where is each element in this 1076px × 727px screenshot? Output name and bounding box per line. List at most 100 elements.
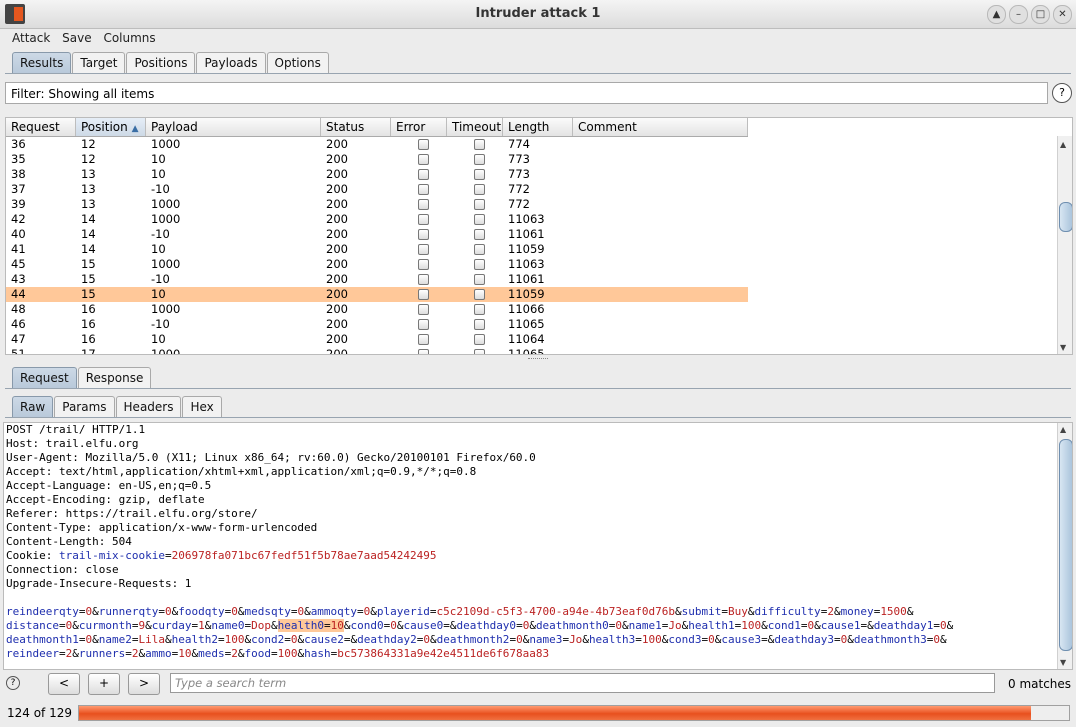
cell-position: 15 — [81, 257, 96, 271]
timeout-checkbox — [474, 304, 485, 315]
cell-status: 200 — [326, 272, 348, 286]
cookie-label: Cookie: — [6, 549, 59, 562]
splitter-handle[interactable] — [528, 358, 548, 362]
tab-hex[interactable]: Hex — [182, 396, 222, 417]
table-row[interactable]: 41 14 10 200 11059 — [6, 242, 748, 257]
table-row[interactable]: 35 12 10 200 773 — [6, 152, 748, 167]
table-row[interactable]: 46 16 -10 200 11065 — [6, 317, 748, 332]
cell-length: 772 — [508, 182, 530, 196]
param-name: difficulty — [754, 605, 821, 618]
cell-status: 200 — [326, 242, 348, 256]
search-next-button[interactable]: > — [128, 673, 160, 695]
tab-response[interactable]: Response — [77, 367, 152, 388]
cell-length: 11064 — [508, 332, 545, 346]
close-icon[interactable]: ✕ — [1053, 5, 1072, 24]
table-row[interactable]: 38 13 10 200 773 — [6, 167, 748, 182]
cell-payload: 10 — [151, 287, 166, 301]
filter-bar[interactable]: Filter: Showing all items — [5, 82, 1048, 104]
status-bar: 124 of 129 — [0, 701, 1076, 725]
arrow-up-icon[interactable]: ▲ — [987, 5, 1006, 24]
tab-target[interactable]: Target — [72, 52, 126, 73]
tab-payloads[interactable]: Payloads — [196, 52, 266, 73]
param-name: curmonth — [78, 619, 132, 632]
menu-save[interactable]: Save — [62, 29, 91, 47]
tab-params[interactable]: Params — [54, 396, 115, 417]
request-header-line: Accept-Encoding: gzip, deflate — [6, 493, 205, 506]
minimize-icon[interactable]: – — [1009, 5, 1028, 24]
param-name: health2 — [171, 633, 218, 646]
table-scrollbar[interactable]: ▲ ▼ — [1057, 136, 1072, 354]
cell-status: 200 — [326, 332, 348, 346]
help-icon[interactable]: ? — [1052, 83, 1072, 103]
search-prev-button[interactable]: < — [48, 673, 80, 695]
error-checkbox — [418, 349, 429, 354]
table-row[interactable]: 51 17 1000 200 11065 — [6, 347, 748, 354]
param-value: 0 — [390, 619, 397, 632]
param-name: deathmonth3 — [853, 633, 927, 646]
main-tabs: Results Target Positions Payloads Option… — [12, 52, 330, 73]
table-row[interactable]: 47 16 10 200 11064 — [6, 332, 748, 347]
tab-options[interactable]: Options — [266, 52, 329, 73]
timeout-checkbox — [474, 319, 485, 330]
search-bar: ? < + > 0 matches — [0, 669, 1076, 699]
raw-scroll-down-icon[interactable]: ▼ — [1060, 658, 1066, 667]
col-status[interactable]: Status — [321, 118, 391, 136]
param-name: cause2 — [304, 633, 344, 646]
search-input[interactable] — [170, 673, 995, 693]
cell-payload: -10 — [151, 272, 170, 286]
table-row[interactable]: 39 13 1000 200 772 — [6, 197, 748, 212]
table-row[interactable]: 37 13 -10 200 772 — [6, 182, 748, 197]
raw-scroll-thumb[interactable] — [1059, 439, 1072, 651]
raw-request-editor[interactable]: POST /trail/ HTTP/1.1 Host: trail.elfu.or… — [3, 422, 1073, 670]
param-name: hash — [304, 647, 331, 660]
param-value: Jo — [668, 619, 682, 632]
window-title: Intruder attack 1 — [475, 6, 601, 21]
cell-length: 11059 — [508, 242, 545, 256]
tab-raw[interactable]: Raw — [12, 396, 54, 417]
table-row[interactable]: 36 12 1000 200 774 — [6, 137, 748, 152]
tab-request[interactable]: Request — [12, 367, 77, 388]
col-position[interactable]: Position ▲ — [76, 118, 146, 136]
tab-results[interactable]: Results — [12, 52, 72, 73]
cell-length: 11065 — [508, 317, 545, 331]
scroll-up-icon[interactable]: ▲ — [1060, 140, 1066, 149]
cell-request: 40 — [11, 227, 26, 241]
table-row[interactable]: 43 15 -10 200 11061 — [6, 272, 748, 287]
cell-error — [413, 347, 429, 354]
menu-columns[interactable]: Columns — [103, 29, 155, 47]
cell-position: 12 — [81, 152, 96, 166]
help-icon[interactable]: ? — [6, 676, 20, 690]
param-name: reindeerqty — [6, 605, 79, 618]
param-separator: & — [164, 633, 172, 646]
table-row[interactable]: 42 14 1000 200 11063 — [6, 212, 748, 227]
col-request[interactable]: Request — [6, 118, 76, 136]
param-separator: & — [867, 619, 874, 632]
table-row[interactable]: 40 14 -10 200 11061 — [6, 227, 748, 242]
raw-scrollbar[interactable]: ▲ ▼ — [1057, 423, 1072, 669]
request-header-line: Upgrade-Insecure-Requests: 1 — [6, 577, 192, 590]
param-value: 1 — [198, 619, 205, 632]
request-header-line: Connection: close — [6, 563, 119, 576]
maximize-icon[interactable]: □ — [1031, 5, 1050, 24]
col-length[interactable]: Length — [503, 118, 573, 136]
table-row[interactable]: 48 16 1000 200 11066 — [6, 302, 748, 317]
cell-payload: -10 — [151, 227, 170, 241]
param-equals: = — [443, 619, 450, 632]
table-row[interactable]: 45 15 1000 200 11063 — [6, 257, 748, 272]
col-timeout[interactable]: Timeout — [447, 118, 503, 136]
param-value: Dop — [251, 619, 271, 632]
table-row[interactable]: 44 15 10 200 11059 — [6, 287, 748, 302]
search-add-button[interactable]: + — [88, 673, 120, 695]
tab-headers[interactable]: Headers — [115, 396, 182, 417]
tab-positions[interactable]: Positions — [126, 52, 196, 73]
table-scroll-thumb[interactable] — [1059, 202, 1072, 232]
param-separator: & — [270, 619, 278, 632]
col-comment[interactable]: Comment — [573, 118, 748, 136]
col-payload[interactable]: Payload — [146, 118, 321, 136]
raw-scroll-up-icon[interactable]: ▲ — [1060, 425, 1066, 434]
scroll-down-icon[interactable]: ▼ — [1060, 343, 1066, 352]
col-error[interactable]: Error — [391, 118, 447, 136]
param-value: bc573864331a9e42e4511de6f678aa83 — [337, 647, 550, 660]
menu-attack[interactable]: Attack — [12, 29, 50, 47]
param-equals: = — [58, 619, 66, 632]
